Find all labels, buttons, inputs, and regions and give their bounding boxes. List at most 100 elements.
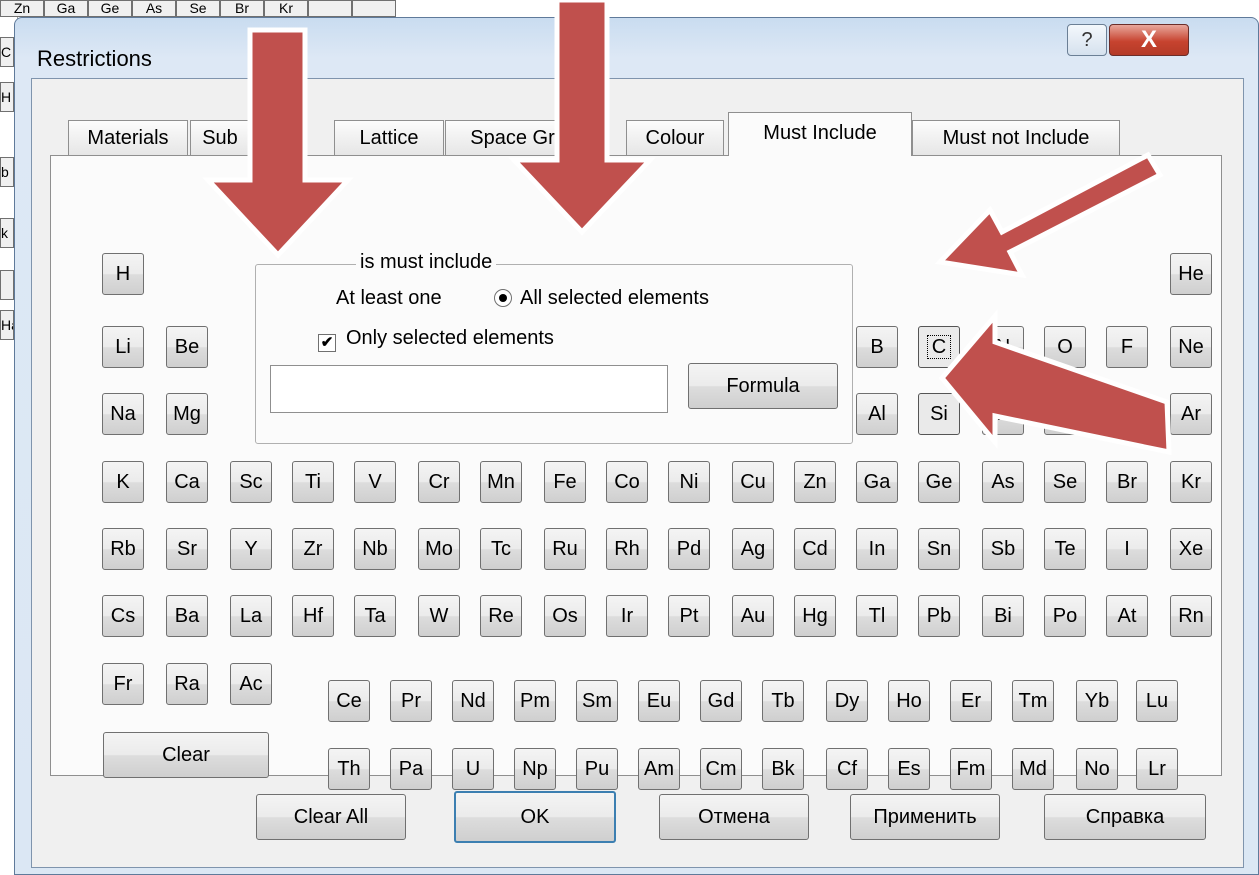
element-mg[interactable]: Mg xyxy=(166,393,208,435)
formula-input[interactable] xyxy=(270,365,668,413)
element-cm[interactable]: Cm xyxy=(700,748,742,790)
tab-must-include[interactable]: Must Include xyxy=(728,112,912,156)
element-xe[interactable]: Xe xyxy=(1170,528,1212,570)
element-re[interactable]: Re xyxy=(480,595,522,637)
tab-must-not-include[interactable]: Must not Include xyxy=(912,120,1120,155)
element-fm[interactable]: Fm xyxy=(950,748,992,790)
radio-indicator[interactable] xyxy=(494,289,512,307)
clear-button[interactable]: Clear xyxy=(103,732,269,778)
element-ga[interactable]: Ga xyxy=(856,461,898,503)
element-si[interactable]: Si xyxy=(918,393,960,435)
element-dy[interactable]: Dy xyxy=(826,680,868,722)
tab-space-gr[interactable]: Space Gr xyxy=(445,120,580,155)
element-no[interactable]: No xyxy=(1076,748,1118,790)
element-au[interactable]: Au xyxy=(732,595,774,637)
help-title-button[interactable]: ? xyxy=(1067,24,1107,56)
element-tm[interactable]: Tm xyxy=(1012,680,1054,722)
element-fr[interactable]: Fr xyxy=(102,663,144,705)
element-ce[interactable]: Ce xyxy=(328,680,370,722)
element-te[interactable]: Te xyxy=(1044,528,1086,570)
element-pa[interactable]: Pa xyxy=(390,748,432,790)
element-b[interactable]: B xyxy=(856,326,898,368)
element-as[interactable]: As xyxy=(982,461,1024,503)
element-sc[interactable]: Sc xyxy=(230,461,272,503)
element-pb[interactable]: Pb xyxy=(918,595,960,637)
radio-at-least-one[interactable]: At least one xyxy=(336,287,442,310)
element-pr[interactable]: Pr xyxy=(390,680,432,722)
element-po[interactable]: Po xyxy=(1044,595,1086,637)
element-pt[interactable]: Pt xyxy=(668,595,710,637)
element-ir[interactable]: Ir xyxy=(606,595,648,637)
element-cr[interactable]: Cr xyxy=(418,461,460,503)
element-cd[interactable]: Cd xyxy=(794,528,836,570)
element-md[interactable]: Md xyxy=(1012,748,1054,790)
element-os[interactable]: Os xyxy=(544,595,586,637)
element-ge[interactable]: Ge xyxy=(918,461,960,503)
element-am[interactable]: Am xyxy=(638,748,680,790)
element-ta[interactable]: Ta xyxy=(354,595,396,637)
element-nb[interactable]: Nb xyxy=(354,528,396,570)
element-pd[interactable]: Pd xyxy=(668,528,710,570)
element-ac[interactable]: Ac xyxy=(230,663,272,705)
tab-colour[interactable]: Colour xyxy=(626,120,724,155)
element-bk[interactable]: Bk xyxy=(762,748,804,790)
element-i[interactable]: I xyxy=(1106,528,1148,570)
element-zr[interactable]: Zr xyxy=(292,528,334,570)
element-br[interactable]: Br xyxy=(1106,461,1148,503)
formula-button[interactable]: Formula xyxy=(688,363,838,409)
element-ho[interactable]: Ho xyxy=(888,680,930,722)
element-nd[interactable]: Nd xyxy=(452,680,494,722)
cancel-button[interactable]: Отмена xyxy=(659,794,809,840)
element-er[interactable]: Er xyxy=(950,680,992,722)
element-es[interactable]: Es xyxy=(888,748,930,790)
element-ne[interactable]: Ne xyxy=(1170,326,1212,368)
element-eu[interactable]: Eu xyxy=(638,680,680,722)
element-lu[interactable]: Lu xyxy=(1136,680,1178,722)
radio-all-selected[interactable]: All selected elements xyxy=(494,287,709,310)
clear-all-button[interactable]: Clear All xyxy=(256,794,406,840)
element-hf[interactable]: Hf xyxy=(292,595,334,637)
element-in[interactable]: In xyxy=(856,528,898,570)
checkbox-checked-icon[interactable]: ✔ xyxy=(318,334,336,352)
element-hg[interactable]: Hg xyxy=(794,595,836,637)
element-ca[interactable]: Ca xyxy=(166,461,208,503)
element-ba[interactable]: Ba xyxy=(166,595,208,637)
element-he[interactable]: He xyxy=(1170,253,1212,295)
element-th[interactable]: Th xyxy=(328,748,370,790)
element-cu[interactable]: Cu xyxy=(732,461,774,503)
element-li[interactable]: Li xyxy=(102,326,144,368)
element-ni[interactable]: Ni xyxy=(668,461,710,503)
element-at[interactable]: At xyxy=(1106,595,1148,637)
element-v[interactable]: V xyxy=(354,461,396,503)
element-y[interactable]: Y xyxy=(230,528,272,570)
ok-button[interactable]: OK xyxy=(454,791,616,843)
element-sb[interactable]: Sb xyxy=(982,528,1024,570)
tab-materials[interactable]: Materials xyxy=(68,120,188,155)
apply-button[interactable]: Применить xyxy=(850,794,1000,840)
element-ag[interactable]: Ag xyxy=(732,528,774,570)
element-fe[interactable]: Fe xyxy=(544,461,586,503)
element-sn[interactable]: Sn xyxy=(918,528,960,570)
element-yb[interactable]: Yb xyxy=(1076,680,1118,722)
element-k[interactable]: K xyxy=(102,461,144,503)
element-w[interactable]: W xyxy=(418,595,460,637)
element-rn[interactable]: Rn xyxy=(1170,595,1212,637)
element-sr[interactable]: Sr xyxy=(166,528,208,570)
element-tc[interactable]: Tc xyxy=(480,528,522,570)
element-kr[interactable]: Kr xyxy=(1170,461,1212,503)
element-tb[interactable]: Tb xyxy=(762,680,804,722)
element-cs[interactable]: Cs xyxy=(102,595,144,637)
element-pu[interactable]: Pu xyxy=(576,748,618,790)
element-np[interactable]: Np xyxy=(514,748,556,790)
element-p[interactable]: P xyxy=(982,393,1024,435)
element-ru[interactable]: Ru xyxy=(544,528,586,570)
element-mn[interactable]: Mn xyxy=(480,461,522,503)
element-c[interactable]: C xyxy=(918,326,960,368)
element-gd[interactable]: Gd xyxy=(700,680,742,722)
element-rh[interactable]: Rh xyxy=(606,528,648,570)
close-button[interactable]: X xyxy=(1109,24,1189,56)
help-button[interactable]: Справка xyxy=(1044,794,1206,840)
element-cf[interactable]: Cf xyxy=(826,748,868,790)
element-h[interactable]: H xyxy=(102,253,144,295)
element-se[interactable]: Se xyxy=(1044,461,1086,503)
